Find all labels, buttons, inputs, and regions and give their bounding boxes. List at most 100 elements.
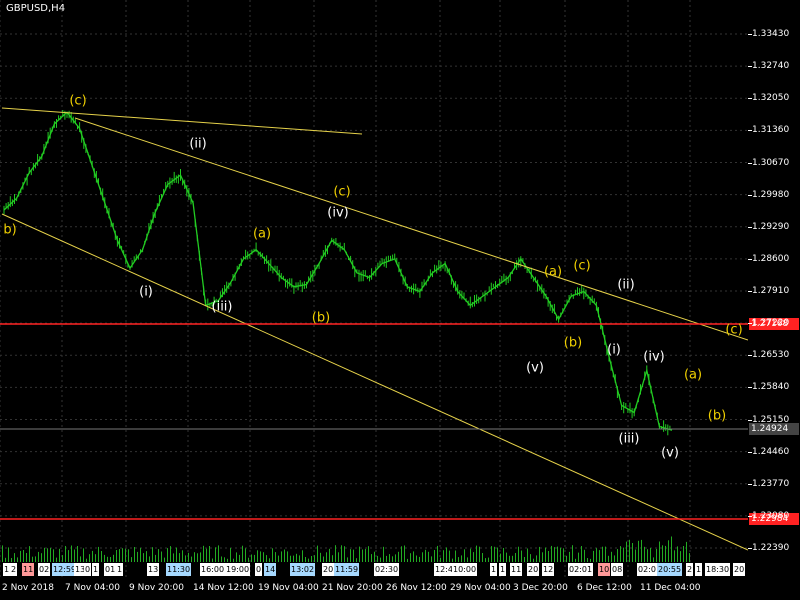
- volume-bar: [362, 549, 363, 562]
- volume-bar: [641, 539, 642, 562]
- volume-bar: [257, 550, 258, 562]
- price-tick-mark: [748, 130, 752, 132]
- volume-bar: [23, 550, 24, 562]
- tick-chip: 20: [733, 563, 746, 576]
- volume-bar: [134, 547, 135, 562]
- volume-bar: [593, 550, 594, 562]
- volume-bar: [470, 548, 471, 562]
- volume-bar: [377, 555, 378, 562]
- volume-bar: [596, 548, 597, 562]
- wave-label: (b): [311, 310, 331, 326]
- price-chart-area[interactable]: [0, 0, 748, 580]
- volume-bar: [5, 557, 6, 562]
- price-tick-label: 1.32050: [752, 93, 790, 104]
- volume-bar: [380, 557, 381, 562]
- volume-bar: [284, 549, 285, 562]
- volume-bar: [98, 546, 99, 562]
- volume-bar: [563, 548, 564, 562]
- price-tick-label: 1.24460: [752, 446, 790, 457]
- volume-bar: [311, 556, 312, 562]
- volume-bar: [488, 557, 489, 562]
- volume-bar: [632, 543, 633, 562]
- volume-bar: [299, 555, 300, 562]
- volume-bar: [467, 557, 468, 562]
- time-tick-label: 7 Nov 04:00: [65, 583, 120, 593]
- volume-bar: [428, 551, 429, 562]
- volume-bar: [665, 545, 666, 562]
- volume-bar: [200, 552, 201, 562]
- volume-bar: [368, 546, 369, 562]
- volume-bar: [173, 553, 174, 562]
- volume-bar: [590, 558, 591, 562]
- candle-wicks: [3, 110, 671, 436]
- wave-label: (iv): [327, 205, 349, 221]
- volume-bar: [458, 557, 459, 562]
- volume-bar: [521, 550, 522, 562]
- price-tick-label: 1.29290: [752, 221, 790, 232]
- volume-bar: [41, 553, 42, 562]
- volume-bar: [239, 554, 240, 562]
- volume-bar: [227, 558, 228, 562]
- volume-bar: [329, 548, 330, 562]
- volume-bar: [350, 549, 351, 562]
- volume-bar: [38, 551, 39, 562]
- volume-bar: [32, 556, 33, 562]
- wave-label: (c): [573, 258, 591, 274]
- channel-upper-line[interactable]: [74, 117, 748, 341]
- volume-bar: [560, 547, 561, 562]
- channel-lower-line[interactable]: [1, 213, 748, 551]
- volume-bar: [683, 546, 684, 562]
- volume-bar: [542, 552, 543, 562]
- tick-chip: 13: [147, 563, 160, 576]
- volume-bar: [650, 548, 651, 562]
- volume-bar: [557, 546, 558, 562]
- volume-bar: [482, 553, 483, 562]
- volume-bar: [551, 545, 552, 562]
- volume-bar: [485, 558, 486, 562]
- price-tick-mark: [748, 226, 752, 228]
- volume-bar: [548, 551, 549, 562]
- volume-bar: [56, 557, 57, 562]
- volume-bar: [440, 557, 441, 562]
- volume-bar: [215, 547, 216, 562]
- tick-chip: 14: [264, 563, 277, 576]
- volume-bar: [251, 554, 252, 562]
- volume-bar: [500, 553, 501, 562]
- volume-bar: [110, 557, 111, 562]
- price-tick-mark: [748, 291, 752, 292]
- volume-bar: [248, 557, 249, 562]
- volume-bar: [359, 546, 360, 562]
- tick-chip: 11: [22, 563, 35, 576]
- volume-bar: [680, 551, 681, 562]
- wave-label: b): [3, 222, 17, 238]
- volume-bar: [125, 548, 126, 562]
- volume-bar: [617, 549, 618, 562]
- volume-bar: [242, 545, 243, 562]
- volume-bar: [413, 551, 414, 562]
- wave-label: (i): [607, 342, 621, 358]
- price-tick-label: 1.33430: [752, 29, 790, 39]
- tick-chip: 0: [84, 563, 92, 576]
- volume-bar: [206, 548, 207, 562]
- price-tick-label: 1.25150: [752, 414, 790, 425]
- tick-chip: 02:0: [637, 563, 657, 576]
- volume-bar: [203, 545, 204, 562]
- tick-chip: 02:01: [568, 563, 594, 576]
- volume-bar: [83, 548, 84, 562]
- volume-bar: [371, 554, 372, 562]
- volume-bar: [404, 545, 405, 562]
- volume-bar: [26, 553, 27, 562]
- tick-chip: 10: [598, 563, 611, 576]
- volume-bar: [104, 554, 105, 562]
- volume-bar: [443, 550, 444, 562]
- price-tick-mark: [748, 258, 752, 260]
- tick-chip: 19:00: [225, 563, 251, 576]
- volume-bar: [182, 550, 183, 562]
- tick-chip: 2: [10, 563, 18, 576]
- volume-bar: [383, 546, 384, 562]
- volume-bar: [674, 550, 675, 562]
- mt4-chart-window[interactable]: { "chart": { "title": "GBPUSD,H4", "colo…: [0, 0, 800, 600]
- time-tick-label: 3 Dec 20:00: [513, 583, 568, 593]
- volume-bar: [179, 553, 180, 562]
- volume-bar: [638, 540, 639, 562]
